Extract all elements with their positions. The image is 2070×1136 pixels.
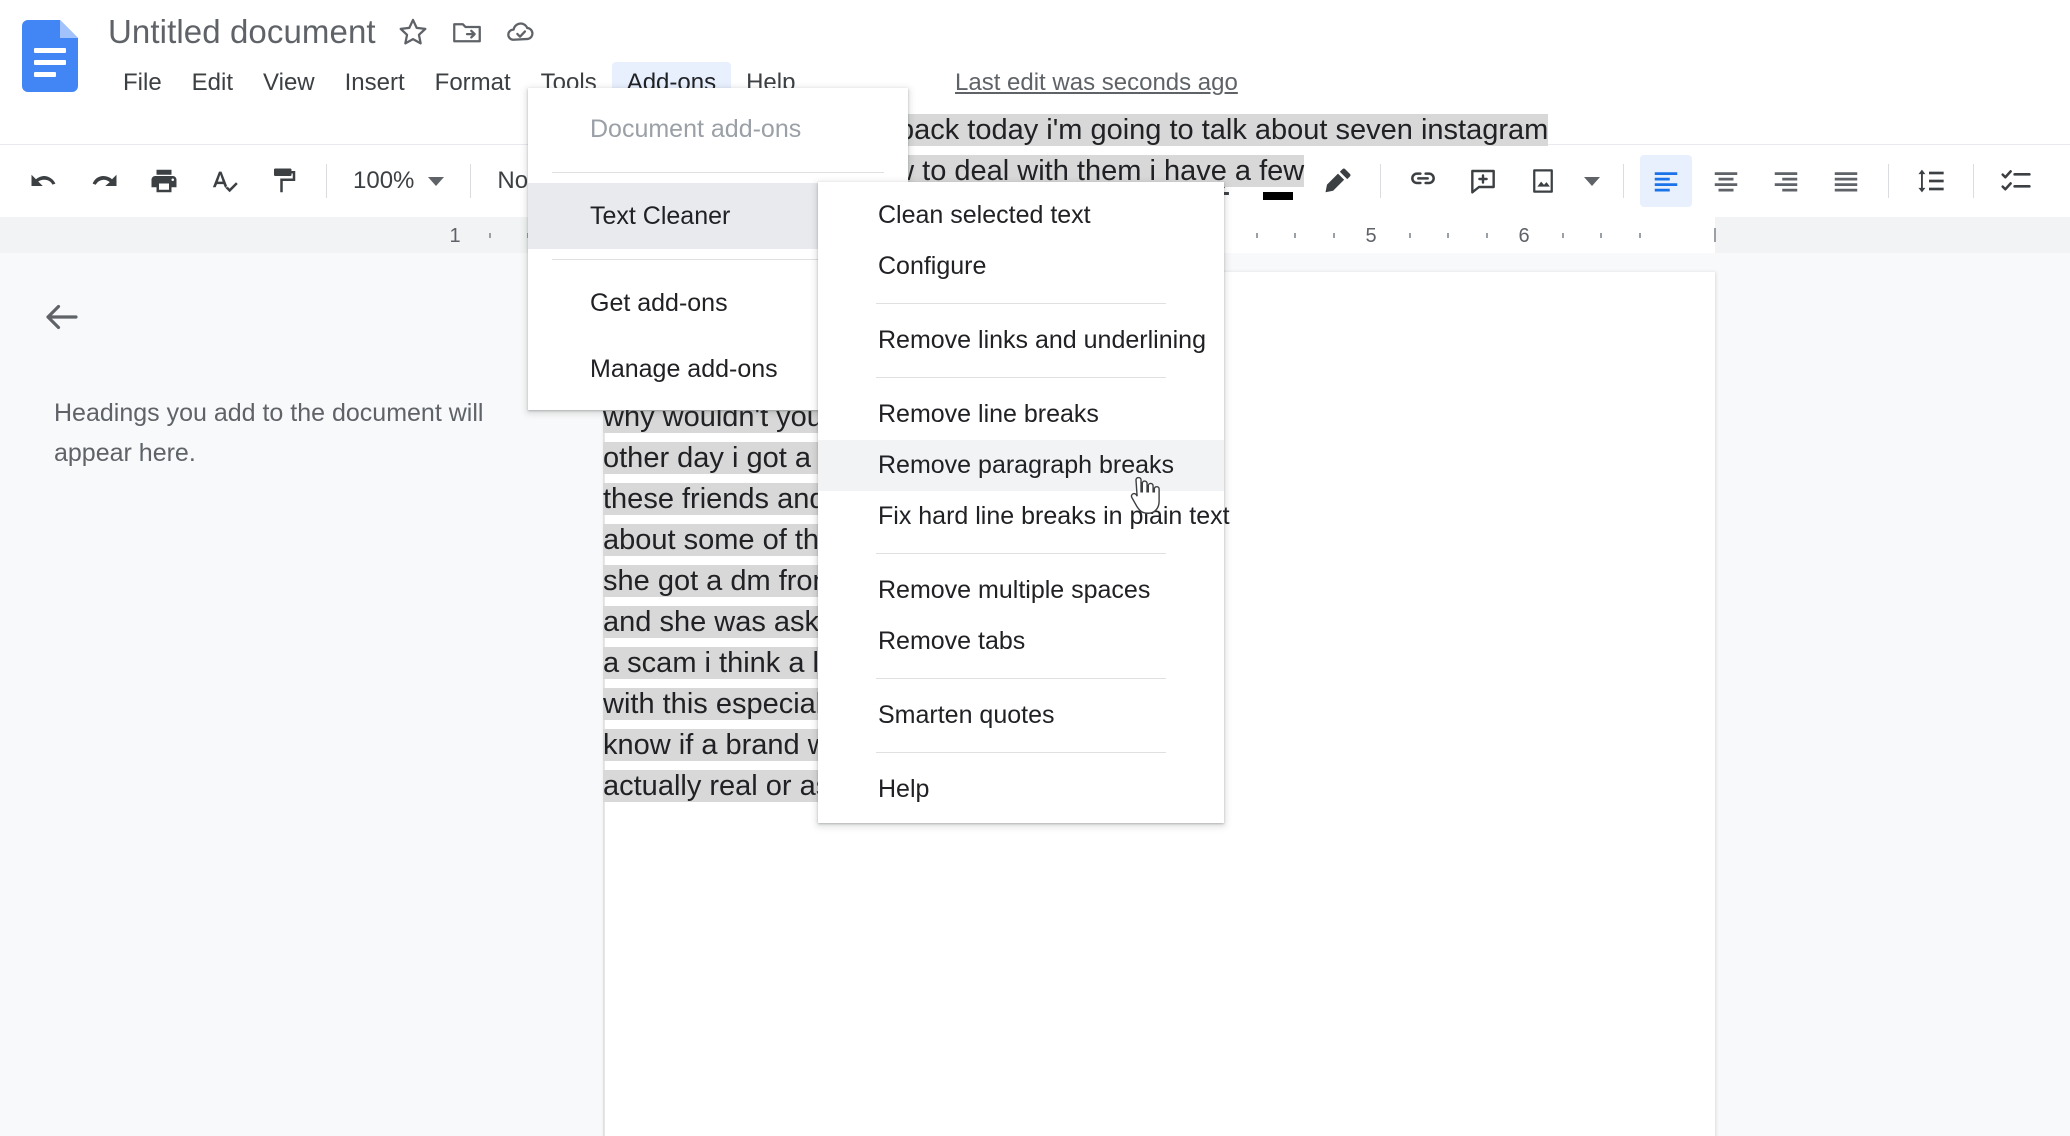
spellcheck-icon[interactable]	[198, 155, 250, 207]
submenu-item-remove-multiple-spaces[interactable]: Remove multiple spaces	[818, 565, 1224, 616]
toolbar-divider	[326, 164, 327, 198]
line-spacing-icon[interactable]	[1905, 155, 1957, 207]
menu-format[interactable]: Format	[420, 62, 526, 104]
menu-separator	[552, 172, 884, 173]
submenu-separator	[876, 678, 1166, 679]
menu-insert[interactable]: Insert	[330, 62, 420, 104]
menu-edit[interactable]: Edit	[177, 62, 248, 104]
text-cleaner-submenu: Clean selected text Configure Remove lin…	[818, 182, 1230, 823]
document-outline-panel: Headings you add to the document will ap…	[0, 253, 604, 1136]
zoom-value: 100%	[353, 167, 415, 194]
ruler-number: 1	[449, 225, 461, 247]
redo-icon[interactable]	[78, 155, 130, 207]
chevron-down-icon	[428, 176, 445, 186]
submenu-item-smarten-quotes[interactable]: Smarten quotes	[818, 690, 1224, 741]
submenu-item-help[interactable]: Help	[818, 764, 1224, 815]
arrow-back-icon[interactable]	[38, 293, 86, 341]
print-icon[interactable]	[138, 155, 190, 207]
star-icon[interactable]	[396, 15, 430, 49]
zoom-control[interactable]: 100%	[339, 167, 458, 195]
title-row: Untitled document	[108, 6, 538, 58]
last-edit-status[interactable]: Last edit was seconds ago	[955, 62, 1238, 104]
submenu-item-remove-line-breaks[interactable]: Remove line breaks	[818, 389, 1224, 440]
cloud-saved-icon[interactable]	[504, 15, 538, 49]
submenu-item-configure[interactable]: Configure	[818, 241, 1224, 292]
submenu-separator	[876, 377, 1166, 378]
toolbar-divider	[1973, 164, 1975, 198]
document-title[interactable]: Untitled document	[108, 13, 376, 51]
align-right-icon[interactable]	[1760, 155, 1812, 207]
outline-empty-message: Headings you add to the document will ap…	[54, 399, 484, 467]
checklist-icon[interactable]	[1990, 155, 2042, 207]
submenu-separator	[876, 303, 1166, 304]
submenu-item-remove-tabs[interactable]: Remove tabs	[818, 616, 1224, 667]
menu-file[interactable]: File	[108, 62, 177, 104]
submenu-item-clean-selected-text[interactable]: Clean selected text	[818, 190, 1224, 241]
undo-icon[interactable]	[18, 155, 70, 207]
menu-item-document-addons: Document add-ons	[590, 114, 802, 143]
menu-view[interactable]: View	[248, 62, 330, 104]
submenu-item-remove-links-and-underlining[interactable]: Remove links and underlining	[818, 315, 1224, 366]
paint-format-icon[interactable]	[258, 155, 310, 207]
submenu-item-remove-paragraph-breaks[interactable]: Remove paragraph breaks	[818, 440, 1224, 491]
submenu-separator	[876, 553, 1166, 554]
move-to-folder-icon[interactable]	[450, 15, 484, 49]
menu-item-label: Text Cleaner	[590, 201, 731, 230]
google-docs-icon[interactable]	[22, 20, 78, 92]
toolbar-divider	[470, 164, 472, 198]
toolbar-divider	[1888, 164, 1890, 198]
submenu-item-fix-hard-line-breaks-in-plain-text[interactable]: Fix hard line breaks in plain text	[818, 491, 1230, 542]
submenu-separator	[876, 752, 1166, 753]
align-justify-icon[interactable]	[1820, 155, 1872, 207]
